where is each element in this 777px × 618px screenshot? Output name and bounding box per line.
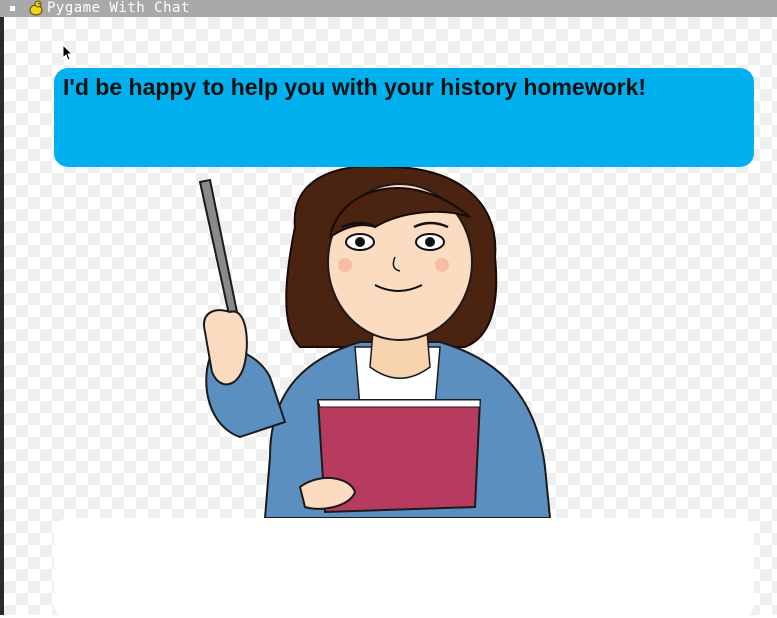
chat-response-bubble: I'd be happy to help you with your histo… [54, 68, 754, 167]
teacher-illustration [198, 167, 552, 518]
chat-input-box[interactable] [54, 518, 754, 618]
pygame-snake-icon [29, 0, 43, 16]
mouse-pointer-icon [62, 44, 74, 61]
window-title: Pygame With Chat [47, 0, 190, 16]
window-menu-icon[interactable] [10, 6, 15, 11]
window-titlebar[interactable]: Pygame With Chat [0, 0, 777, 17]
chat-response-text: I'd be happy to help you with your histo… [63, 74, 647, 100]
